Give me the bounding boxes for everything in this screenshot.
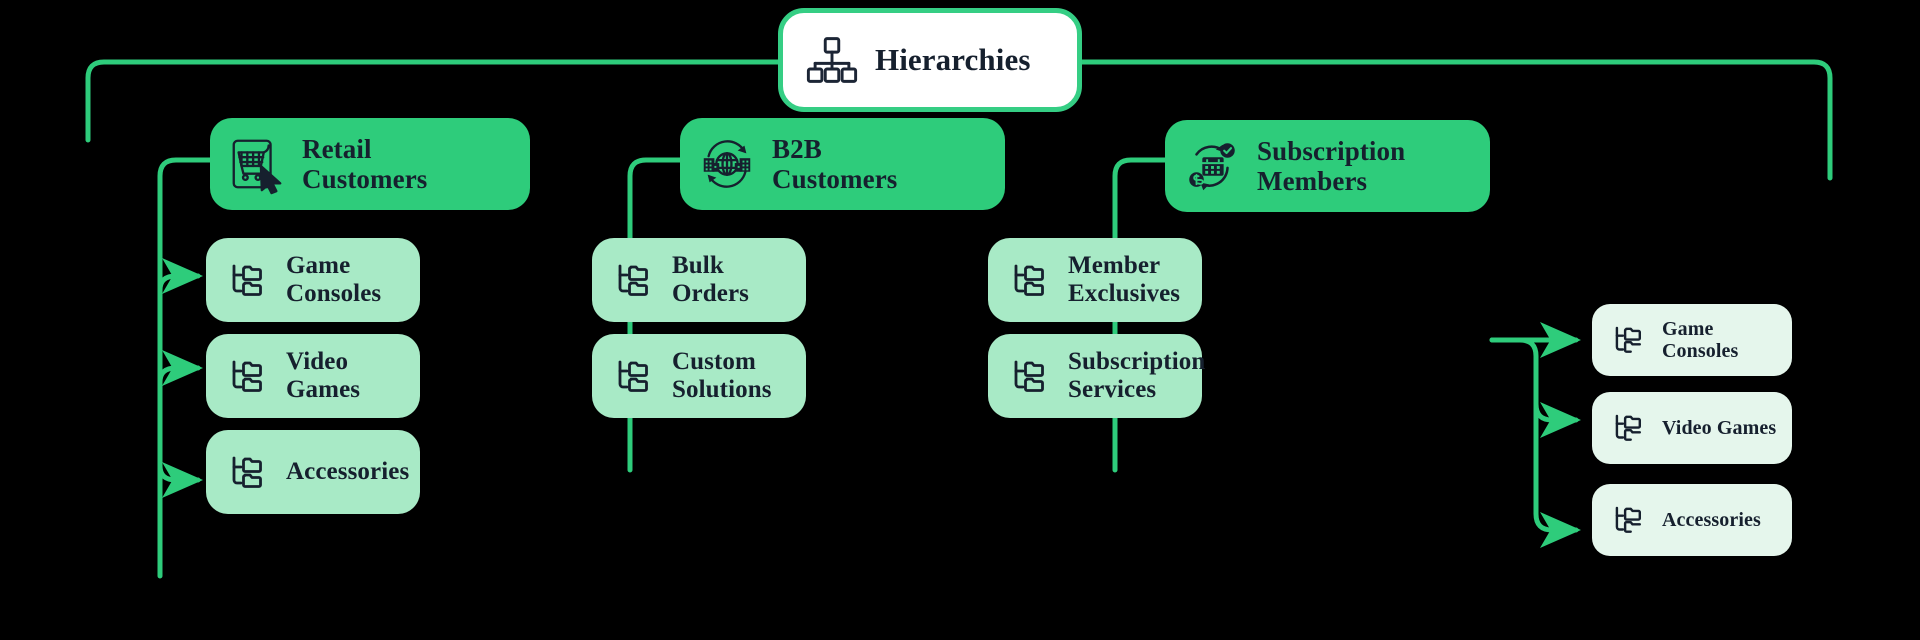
diagram-canvas: Hierarchies Retail Customers Game Consol…: [0, 0, 1920, 640]
member-to-leaf-2: [1533, 401, 1582, 438]
diagram-title-node[interactable]: Hierarchies: [778, 8, 1082, 112]
node-b2b-customers[interactable]: B2B Customers: [680, 118, 1005, 210]
node-game-consoles-member[interactable]: Game Consoles: [1592, 304, 1792, 376]
global-business-exchange-icon: [696, 133, 758, 195]
member-to-leaf-3: [1489, 337, 1582, 548]
folder-tree-icon: [1610, 501, 1648, 539]
node-subscription-members[interactable]: Subscription Members: [1165, 120, 1490, 212]
node-subscription-services[interactable]: Subscription Services: [988, 334, 1206, 418]
node-member-exclusives[interactable]: Member Exclusives: [988, 238, 1202, 322]
retail-to-child-3: [157, 462, 204, 498]
retail-to-child-1: [157, 258, 204, 294]
folder-tree-icon: [226, 258, 270, 302]
node-label: Video Games: [1662, 416, 1777, 439]
diagram-title-label: Hierarchies: [875, 41, 1031, 77]
node-label: Game Consoles: [286, 252, 382, 307]
recurring-billing-calendar-icon: [1181, 135, 1243, 197]
shopping-cart-click-icon: [226, 133, 288, 195]
node-accessories-retail[interactable]: Accessories: [206, 430, 420, 514]
node-label: Video Games: [286, 348, 361, 403]
node-label: Retail Customers: [302, 133, 428, 194]
node-game-consoles-retail[interactable]: Game Consoles: [206, 238, 420, 322]
retail-to-child-2: [157, 350, 204, 386]
node-label: Accessories: [1662, 508, 1761, 531]
folder-tree-icon: [1008, 258, 1052, 302]
node-label: Member Exclusives: [1068, 252, 1181, 307]
node-label: Game Consoles: [1662, 317, 1739, 362]
node-video-games-retail[interactable]: Video Games: [206, 334, 420, 418]
node-bulk-orders[interactable]: Bulk Orders: [592, 238, 806, 322]
folder-tree-icon: [226, 450, 270, 494]
folder-tree-icon: [1008, 354, 1052, 398]
node-custom-solutions[interactable]: Custom Solutions: [592, 334, 806, 418]
node-label: Subscription Members: [1257, 135, 1406, 196]
folder-tree-icon: [226, 354, 270, 398]
node-accessories-member[interactable]: Accessories: [1592, 484, 1792, 556]
node-label: Bulk Orders: [672, 252, 749, 307]
retail-spine: [157, 157, 213, 579]
folder-tree-icon: [612, 258, 656, 302]
folder-tree-icon: [612, 354, 656, 398]
folder-tree-icon: [1610, 409, 1648, 447]
node-label: Custom Solutions: [672, 348, 772, 403]
node-label: Subscription Services: [1068, 348, 1206, 403]
folder-tree-icon: [1610, 321, 1648, 359]
node-retail-customers[interactable]: Retail Customers: [210, 118, 530, 210]
node-label: B2B Customers: [772, 133, 898, 194]
node-label: Accessories: [286, 458, 410, 485]
hierarchy-org-chart-icon: [805, 33, 859, 87]
node-video-games-member[interactable]: Video Games: [1592, 392, 1792, 464]
